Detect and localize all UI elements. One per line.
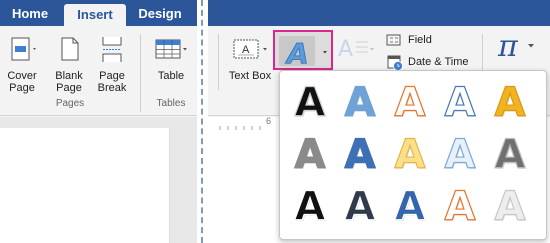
text-box-button[interactable]: A Text Box <box>226 34 274 84</box>
blank-page-label-2: Page <box>56 82 82 94</box>
wordart-style-11[interactable]: A <box>290 184 330 229</box>
tables-group-label: Tables <box>156 98 186 109</box>
drop-cap-icon: A <box>338 37 374 62</box>
page-break-icon <box>102 37 122 62</box>
wordart-style-7[interactable]: A <box>340 132 380 177</box>
table-icon <box>155 39 187 59</box>
group-separator <box>218 34 219 90</box>
cover-page-button[interactable]: Cover Page <box>2 34 42 98</box>
wordart-style-2[interactable]: A <box>340 80 380 125</box>
page-break-label-1: Page <box>99 70 125 82</box>
table-button[interactable]: Table <box>148 34 194 84</box>
text-box-label: Text Box <box>228 70 272 82</box>
field-button[interactable]: Field <box>386 32 466 48</box>
drop-cap-letter: A <box>338 37 353 62</box>
wordart-style-12[interactable]: A <box>340 184 380 229</box>
wordart-style-6[interactable]: A <box>290 132 330 177</box>
cover-page-label-1: Cover <box>7 70 37 82</box>
wordart-gallery: A A A A A A A A A A A A A A A <box>279 70 547 240</box>
wordart-style-10[interactable]: A <box>490 132 530 177</box>
split-divider <box>201 0 203 243</box>
pi-icon: π <box>498 29 518 64</box>
group-separator <box>140 34 141 112</box>
wordart-icon: A <box>285 37 327 69</box>
pages-group-label: Pages <box>55 98 85 109</box>
tab-design[interactable]: Design <box>132 0 188 26</box>
wordart-style-5[interactable]: A <box>490 80 530 125</box>
wordart-style-15[interactable]: A <box>490 184 530 229</box>
page-break-button[interactable]: Page Break <box>92 34 132 98</box>
wordart-style-4[interactable]: A <box>440 80 480 125</box>
tab-home[interactable]: Home <box>6 0 54 26</box>
blank-page-button[interactable]: Blank Page <box>48 34 90 98</box>
wordart-style-8[interactable]: A <box>390 132 430 177</box>
svg-text:A: A <box>242 44 250 56</box>
date-time-label: Date & Time <box>408 56 469 68</box>
table-label: Table <box>157 70 185 82</box>
field-icon <box>386 34 401 46</box>
cover-page-label-2: Page <box>9 82 35 94</box>
wordart-icon-letter: A <box>285 37 309 69</box>
wordart-style-9[interactable]: A <box>440 132 480 177</box>
cover-page-icon <box>11 37 36 61</box>
date-time-button[interactable]: Date & Time <box>386 54 478 71</box>
wordart-style-14[interactable]: A <box>440 184 480 229</box>
ribbon-tab-bar-right <box>208 0 550 26</box>
field-label: Field <box>408 34 432 46</box>
document-page-left <box>0 128 170 243</box>
blank-page-label-1: Blank <box>55 70 83 82</box>
wordart-style-13[interactable]: A <box>390 184 430 229</box>
wordart-button[interactable]: A <box>273 30 333 70</box>
wordart-style-3[interactable]: A <box>390 80 430 125</box>
page-break-label-2: Break <box>97 82 127 94</box>
chevron-down-icon <box>528 44 534 48</box>
tab-insert[interactable]: Insert <box>64 4 126 26</box>
equation-button[interactable]: π <box>492 30 542 70</box>
blank-page-icon <box>61 37 79 61</box>
ruler-mark: 6 <box>266 116 272 126</box>
text-box-icon: A <box>233 39 267 59</box>
wordart-style-1[interactable]: A <box>290 80 330 125</box>
